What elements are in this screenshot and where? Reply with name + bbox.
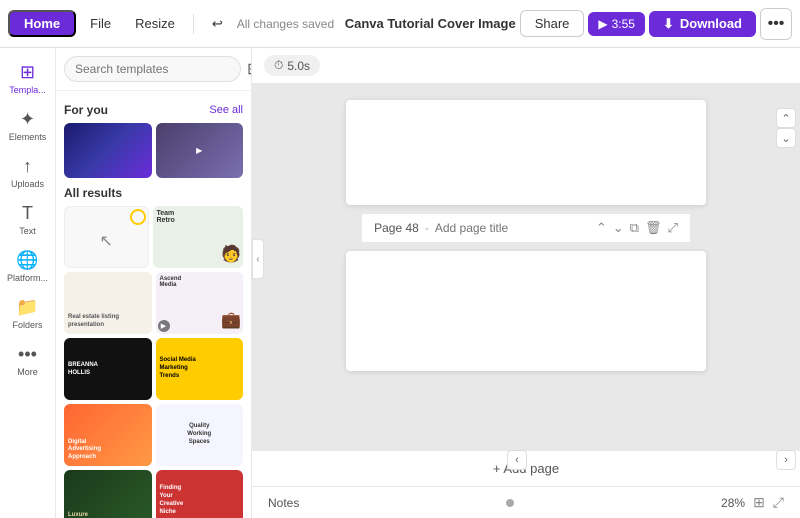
page-controls: Page 48 - ⌃ ⌄ ⧉ 🗑 ⤢	[362, 213, 690, 243]
play-button[interactable]: ▶ 3:55	[588, 12, 645, 36]
right-scroll-buttons: ⌃	[776, 108, 796, 128]
page-canvas-bottom	[346, 251, 706, 371]
template-row-1: ↖ Team Retro 🧑	[64, 206, 243, 268]
save-status: All changes saved	[237, 17, 341, 31]
left-scroll-button[interactable]: ‹	[507, 450, 527, 470]
template-content: For you See all ▶ All results ↖	[56, 91, 251, 518]
duplicate-icon[interactable]: ⧉	[630, 220, 639, 236]
search-input[interactable]	[64, 56, 241, 82]
text-icon: T	[22, 203, 33, 224]
sidebar-item-elements[interactable]: ✦ Elements	[2, 103, 54, 148]
all-results-header: All results	[64, 186, 243, 200]
sidebar-item-platform[interactable]: 🌐 Platform...	[2, 244, 54, 289]
template-row-4: DigitalAdvertisingApproach QualityWorkin…	[64, 404, 243, 466]
template-thumb-2[interactable]: ▶	[156, 123, 244, 178]
template-thumb-1[interactable]	[64, 123, 152, 178]
for-you-title: For you	[64, 103, 108, 117]
template-thumb-ascend-media[interactable]: AscendMedia 💼 ▶	[156, 272, 244, 334]
sidebar-item-templates[interactable]: ⊞ Templa...	[2, 56, 54, 101]
template-thumb-team-retro[interactable]: Team Retro 🧑	[153, 206, 244, 268]
collapse-panel-button[interactable]: ‹	[252, 239, 264, 279]
bottom-bar: Notes 28% ⊞ ⤢	[252, 486, 800, 518]
chevron-down-icon[interactable]: ⌄	[613, 220, 624, 236]
right-bottom-scroll-button[interactable]: ›	[776, 450, 796, 470]
platform-label: Platform...	[7, 273, 48, 283]
file-button[interactable]: File	[80, 12, 121, 35]
template-row-5: LuxureNature Spa ▶ FindingYourCreativeNi…	[64, 470, 243, 518]
page-action-icons: ⌃ ⌄ ⧉ 🗑 ⤢	[596, 220, 678, 236]
page-label: Page 48	[374, 221, 419, 235]
all-results-title: All results	[64, 186, 122, 200]
zoom-icon[interactable]: ⊞	[753, 494, 765, 511]
resize-button[interactable]: Resize	[125, 12, 185, 35]
sidebar-item-text[interactable]: T Text	[2, 197, 54, 242]
template-thumb-cursor[interactable]: ↖	[64, 206, 149, 268]
more-icon: •••	[768, 15, 785, 33]
play-time: 3:55	[612, 17, 635, 31]
sidebar-item-more[interactable]: ••• More	[2, 338, 54, 383]
template-thumb-breanna[interactable]: BREANNAHOLLIS	[64, 338, 152, 400]
template-panel: ⊟ For you See all ▶ All results	[56, 48, 252, 518]
template-thumb-creative-niche[interactable]: FindingYourCreativeNiche	[156, 470, 244, 518]
for-you-header: For you See all	[64, 103, 243, 117]
text-label: Text	[19, 226, 36, 236]
template-thumb-social-media[interactable]: Social MediaMarketingTrends	[156, 338, 244, 400]
clock-icon: ⏱	[274, 58, 283, 73]
canvas-area: ⏱ 5.0s Page 48 - ⌃ ⌄	[252, 48, 800, 518]
search-bar: ⊟	[56, 48, 251, 91]
scroll-up-button[interactable]: ⌃	[776, 108, 796, 128]
divider	[193, 14, 194, 34]
template-thumb-digital-adv[interactable]: DigitalAdvertisingApproach	[64, 404, 152, 466]
download-icon: ⬇	[663, 16, 674, 32]
folders-icon: 📁	[16, 297, 38, 318]
template-thumb-luxure[interactable]: LuxureNature Spa ▶	[64, 470, 152, 518]
expand-icon[interactable]: ⤢	[667, 220, 677, 236]
sidebar-item-folders[interactable]: 📁 Folders	[2, 291, 54, 336]
time-value: 5.0s	[287, 59, 310, 73]
share-button[interactable]: Share	[520, 10, 585, 37]
delete-icon[interactable]: 🗑	[645, 220, 662, 236]
icon-sidebar: ⊞ Templa... ✦ Elements ↑ Uploads T Text …	[0, 48, 56, 518]
template-row-3: BREANNAHOLLIS Social MediaMarketingTrend…	[64, 338, 243, 400]
uploads-icon: ↑	[23, 156, 32, 177]
page-title-input[interactable]	[435, 221, 590, 235]
template-row-2: Real estate listingpresentation AscendMe…	[64, 272, 243, 334]
page-canvas-top	[346, 100, 706, 205]
home-button[interactable]: Home	[8, 10, 76, 37]
folders-label: Folders	[12, 320, 42, 330]
zoom-label: 28%	[721, 496, 745, 510]
page-container: Page 48 - ⌃ ⌄ ⧉ 🗑 ⤢	[268, 100, 784, 371]
topbar: Home File Resize ↩ All changes saved Can…	[0, 0, 800, 48]
undo-button[interactable]: ↩	[202, 12, 233, 36]
fullscreen-icon[interactable]: ⤢	[773, 494, 784, 511]
elements-icon: ✦	[20, 109, 35, 130]
more-options-button[interactable]: •••	[760, 8, 792, 40]
canvas-toolbar: ⏱ 5.0s	[252, 48, 800, 84]
time-badge[interactable]: ⏱ 5.0s	[264, 55, 320, 76]
play-icon: ▶	[598, 17, 607, 31]
platform-icon: 🌐	[16, 250, 38, 271]
canvas-scroll[interactable]: Page 48 - ⌃ ⌄ ⧉ 🗑 ⤢	[252, 84, 800, 450]
uploads-label: Uploads	[11, 179, 44, 189]
template-thumb-real-estate[interactable]: Real estate listingpresentation	[64, 272, 152, 334]
chevron-up-icon[interactable]: ⌃	[596, 220, 607, 236]
main-layout: ⊞ Templa... ✦ Elements ↑ Uploads T Text …	[0, 48, 800, 518]
download-label: Download	[680, 16, 742, 31]
more-dots-icon: •••	[18, 344, 37, 365]
templates-icon: ⊞	[20, 62, 35, 83]
scroll-down-button[interactable]: ⌄	[776, 128, 796, 148]
download-button[interactable]: ⬇ Download	[649, 11, 756, 37]
page-separator: -	[425, 221, 429, 235]
more-label: More	[17, 367, 38, 377]
document-title: Canva Tutorial Cover Image	[345, 16, 516, 31]
for-you-row: ▶	[64, 123, 243, 178]
elements-label: Elements	[9, 132, 47, 142]
notes-label: Notes	[268, 496, 299, 510]
template-thumb-quality[interactable]: QualityWorkingSpaces	[156, 404, 244, 466]
sidebar-item-uploads[interactable]: ↑ Uploads	[2, 150, 54, 195]
notes-indicator	[506, 499, 514, 507]
templates-label: Templa...	[9, 85, 46, 95]
see-all-link[interactable]: See all	[209, 104, 243, 116]
